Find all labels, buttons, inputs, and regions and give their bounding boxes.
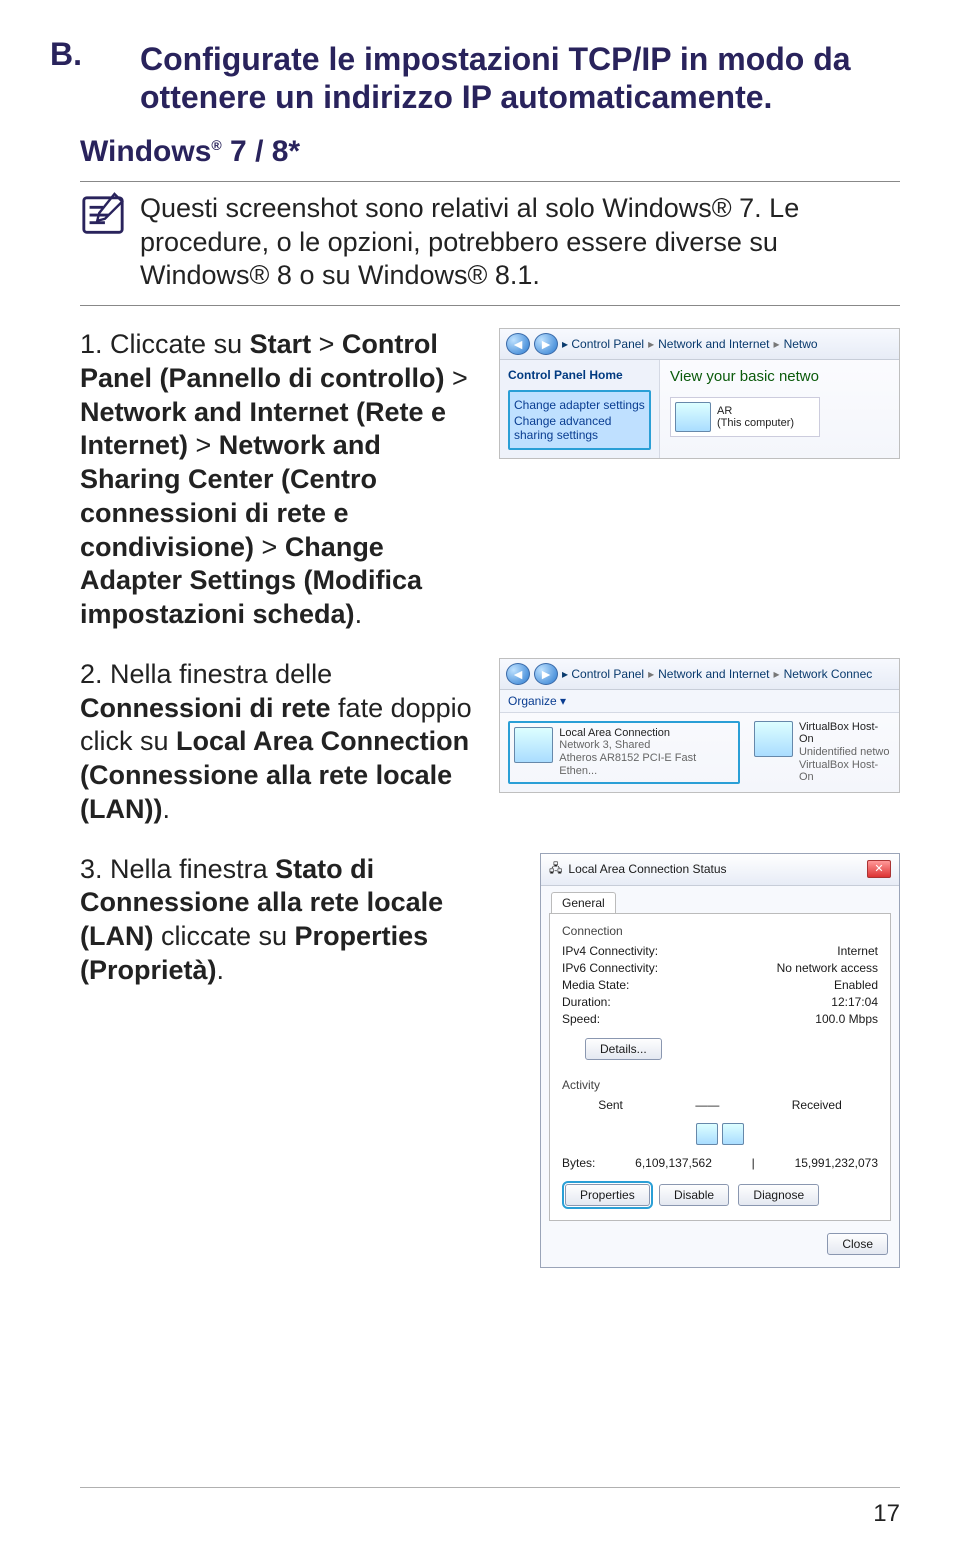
screenshot-3-dialog: 🖧 Local Area Connection Status ✕ General… <box>540 853 900 1268</box>
change-sharing-link[interactable]: Change advanced sharing settings <box>514 414 645 442</box>
step-2-text: 2. Nella finestra delle Connessioni di r… <box>80 658 481 827</box>
section-heading: Configurate le impostazioni TCP/IP in mo… <box>140 40 900 117</box>
subheading-prefix: Windows <box>80 135 211 168</box>
properties-button[interactable]: Properties <box>565 1184 650 1206</box>
back-button[interactable]: ◄ <box>506 663 530 685</box>
close-icon[interactable]: ✕ <box>867 860 891 878</box>
trademark-symbol: ® <box>211 137 221 153</box>
network-adapter-icon <box>514 727 553 763</box>
connection-group: Connection <box>562 924 878 938</box>
os-subheading: Windows® 7 / 8* <box>80 135 900 169</box>
screenshot-2: ◄ ► ▸ Control Panel▸Network and Internet… <box>499 658 900 793</box>
organize-menu[interactable]: Organize ▾ <box>500 690 899 713</box>
computer-node: AR(This computer) <box>670 397 820 437</box>
forward-button[interactable]: ► <box>534 663 558 685</box>
step-3-text: 3. Nella finestra Stato di Connessione a… <box>80 853 481 988</box>
note-text: Questi screenshot sono relativi al solo … <box>140 192 900 293</box>
virtualbox-connection[interactable]: VirtualBox Host-On Unidentified netwo Vi… <box>754 721 891 784</box>
subheading-suffix: 7 / 8* <box>222 135 300 168</box>
step-1-number: 1. <box>80 329 103 359</box>
footer-rule <box>80 1487 900 1488</box>
activity-icon <box>696 1116 744 1152</box>
section-label: B. <box>50 36 82 73</box>
screenshot-1: ◄ ► ▸ Control Panel▸Network and Internet… <box>499 328 900 459</box>
step-2-number: 2. <box>80 659 103 689</box>
diagnose-button[interactable]: Diagnose <box>738 1184 819 1206</box>
dash-icon: —— <box>695 1098 719 1112</box>
details-button[interactable]: Details... <box>585 1038 662 1060</box>
back-button[interactable]: ◄ <box>506 333 530 355</box>
breadcrumb[interactable]: ▸ Control Panel▸Network and Internet▸Net… <box>562 337 818 351</box>
disable-button[interactable]: Disable <box>659 1184 729 1206</box>
local-area-connection[interactable]: Local Area Connection Network 3, Shared … <box>508 721 740 784</box>
step-3-number: 3. <box>80 854 103 884</box>
network-adapter-icon <box>754 721 793 757</box>
step-2-row: 2. Nella finestra delle Connessioni di r… <box>80 658 900 827</box>
activity-group: Activity <box>562 1078 878 1092</box>
change-adapter-link[interactable]: Change adapter settings <box>514 398 645 412</box>
step-1-text: 1. Cliccate su Start > Control Panel (Pa… <box>80 328 481 632</box>
close-button[interactable]: Close <box>827 1233 888 1255</box>
step-3-row: 3. Nella finestra Stato di Connessione a… <box>80 853 900 1268</box>
note-icon <box>80 192 140 293</box>
step-1-row: 1. Cliccate su Start > Control Panel (Pa… <box>80 328 900 632</box>
monitor-icon <box>675 402 711 432</box>
highlighted-links: Change adapter settings Change advanced … <box>508 390 651 450</box>
page-number: 17 <box>873 1500 900 1528</box>
network-icon: 🖧 <box>549 859 562 880</box>
forward-button[interactable]: ► <box>534 333 558 355</box>
sidebar-title: Control Panel Home <box>508 368 651 382</box>
view-basic-link[interactable]: View your basic netwo <box>670 368 889 385</box>
dialog-title: Local Area Connection Status <box>568 862 726 876</box>
note-block: Questi screenshot sono relativi al solo … <box>80 181 900 306</box>
breadcrumb[interactable]: ▸ Control Panel▸Network and Internet▸Net… <box>562 667 872 681</box>
general-tab[interactable]: General <box>551 892 616 913</box>
